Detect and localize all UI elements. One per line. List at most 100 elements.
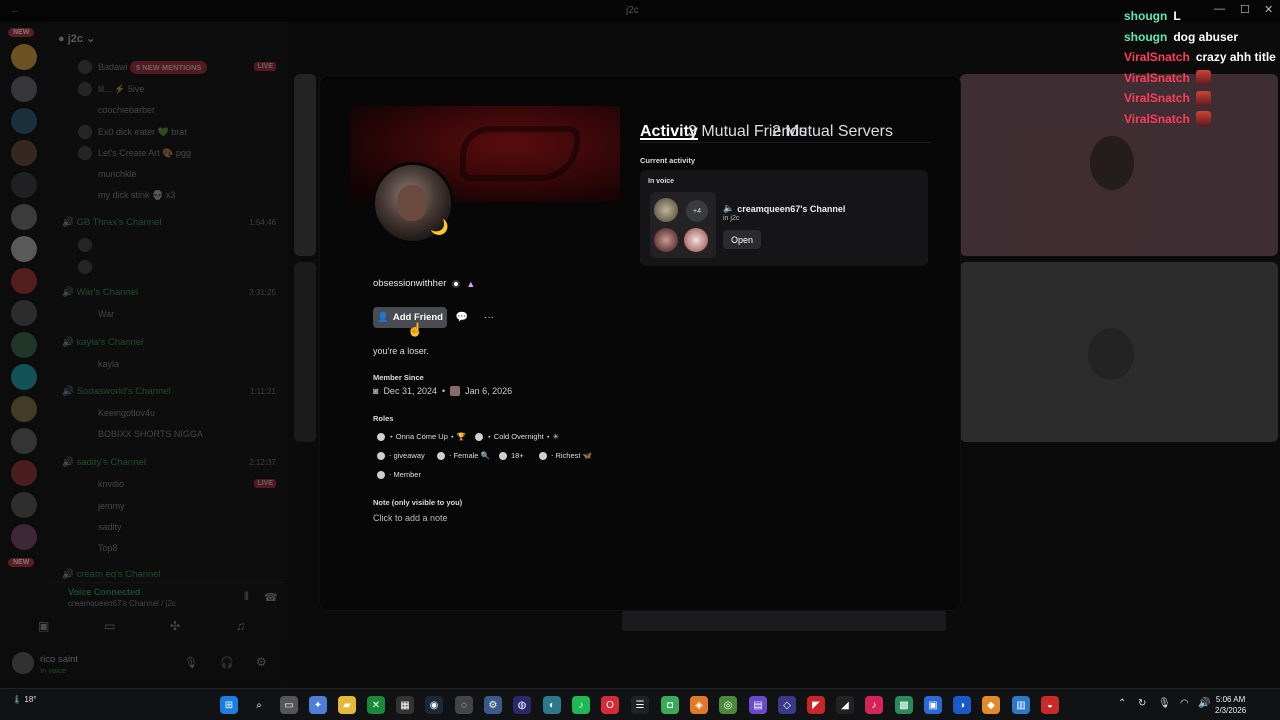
disconnect-icon[interactable]: ☎ <box>264 591 278 604</box>
voice-channel[interactable]: 🔊 GB Thrax's Channel <box>62 217 162 228</box>
tiktok-icon[interactable]: ♪ <box>865 696 883 714</box>
app-icon[interactable]: ◒ <box>1041 696 1059 714</box>
role-chip[interactable]: ⋅ giveaway <box>377 451 425 460</box>
gear-icon[interactable]: ⚙ <box>256 655 267 669</box>
server-icon[interactable] <box>11 172 37 198</box>
back-arrow-icon[interactable]: ← <box>10 4 21 16</box>
server-name[interactable]: ● j2c ⌄ <box>58 32 95 45</box>
video-tile[interactable] <box>960 262 1278 442</box>
screen-share-icon[interactable]: ▭ <box>104 619 115 633</box>
app-icon[interactable]: ◍ <box>513 696 531 714</box>
list-item[interactable]: Let's Create Art 🎨 pgg <box>98 148 191 159</box>
activities-icon[interactable]: ✣ <box>170 619 180 633</box>
role-chip[interactable]: ⋆ Onna Come Up ⋆ 🏆 <box>377 432 466 441</box>
app-icon[interactable]: ▤ <box>749 696 767 714</box>
server-icon[interactable] <box>11 76 37 102</box>
app-icon[interactable]: ◆ <box>982 696 1000 714</box>
list-item[interactable]: BOBIXX SHORTS NIGGA <box>98 429 203 439</box>
server-icon[interactable] <box>11 204 37 230</box>
app-icon[interactable]: ▩ <box>895 696 913 714</box>
server-icon[interactable] <box>11 428 37 454</box>
list-item[interactable]: sadity <box>98 522 122 532</box>
voice-channel[interactable]: 🔊 War's Channel <box>62 287 138 298</box>
list-item[interactable]: knvdio <box>98 479 124 489</box>
list-item[interactable]: Keeingotlov4u <box>98 408 155 418</box>
xbox-icon[interactable]: ✕ <box>367 696 385 714</box>
video-tile[interactable] <box>294 74 316 256</box>
chrome-icon[interactable]: ◎ <box>719 696 737 714</box>
file-explorer-icon[interactable]: ▰ <box>338 696 356 714</box>
list-item[interactable]: Badawi <box>98 62 128 72</box>
app-icon[interactable]: ◈ <box>690 696 708 714</box>
app-icon[interactable]: ▣ <box>924 696 942 714</box>
open-button[interactable]: Open <box>723 230 761 249</box>
app-icon[interactable]: ☰ <box>631 696 649 714</box>
start-icon[interactable]: ⊞ <box>220 696 238 714</box>
voice-channel[interactable]: 🔊 Sodasworld's Channel <box>62 386 171 397</box>
app-icon[interactable]: ◇ <box>778 696 796 714</box>
list-item[interactable]: my dick stink 💀 x3 <box>98 190 175 201</box>
copilot-icon[interactable]: ✦ <box>309 696 327 714</box>
list-item[interactable]: Top8 <box>98 543 118 553</box>
list-item[interactable]: coochiebarber <box>98 105 155 115</box>
server-icon[interactable] <box>11 524 37 550</box>
mic-icon[interactable]: 🎙 <box>184 656 198 669</box>
task-view-icon[interactable]: ▭ <box>280 696 298 714</box>
list-item[interactable]: munchkle <box>98 169 137 179</box>
more-options-button[interactable]: ··· <box>478 307 500 328</box>
role-chip[interactable]: ⋆ Cold Overnight ⋆ ✳ <box>475 432 559 441</box>
voice-channel[interactable]: 🔊 kayla's Channel <box>62 337 143 348</box>
weather-widget[interactable]: 🌡 18° <box>12 695 37 704</box>
server-icon[interactable] <box>11 460 37 486</box>
note-input[interactable]: Click to add a note <box>373 513 448 523</box>
server-icon[interactable] <box>11 396 37 422</box>
chevron-up-icon[interactable]: ⌃ <box>1118 698 1126 709</box>
mentions-pill[interactable]: 5 NEW MENTIONS <box>130 61 208 74</box>
video-off-icon[interactable]: ▣ <box>38 619 49 633</box>
spotify-icon[interactable]: ♪ <box>572 696 590 714</box>
list-item[interactable]: jemmy <box>98 501 125 511</box>
video-tile[interactable] <box>294 262 316 442</box>
capcut-icon[interactable]: ◢ <box>836 696 854 714</box>
settings-icon[interactable]: ⚙ <box>484 696 502 714</box>
steam-icon[interactable]: ◉ <box>425 696 443 714</box>
mic-icon[interactable]: 🎙 <box>1158 698 1171 709</box>
search-icon[interactable]: ⌕ <box>250 696 268 714</box>
voice-detail[interactable]: creamqueen67's Channel / j2c <box>68 599 176 608</box>
server-icon[interactable] <box>11 268 37 294</box>
list-item[interactable]: lil... ⚡ 5ive <box>98 84 144 95</box>
server-icon[interactable] <box>11 300 37 326</box>
message-button[interactable]: 💬 <box>451 307 473 328</box>
opera-icon[interactable]: O <box>601 696 619 714</box>
server-icon[interactable] <box>11 44 37 70</box>
app-tray-icon[interactable]: ↻ <box>1138 698 1146 709</box>
server-icon[interactable] <box>11 236 37 262</box>
voice-channel[interactable]: 🔊 cream eq's Channel <box>62 569 161 580</box>
server-icon[interactable] <box>11 140 37 166</box>
server-icon[interactable] <box>11 332 37 358</box>
clock[interactable]: 5:06 AM 2/3/2026 <box>1215 694 1246 716</box>
role-chip[interactable]: 18+ <box>499 451 524 460</box>
server-icon[interactable] <box>11 492 37 518</box>
signal-icon[interactable]: ⦀ <box>244 591 249 604</box>
app-icon[interactable]: ◘ <box>661 696 679 714</box>
message-input[interactable] <box>622 610 946 631</box>
app-icon[interactable]: ◤ <box>807 696 825 714</box>
role-chip[interactable]: ⋅ Richest 🦋 <box>539 451 592 460</box>
role-chip[interactable]: ⋅ Member <box>377 470 421 479</box>
soundboard-icon[interactable]: ♫ <box>236 619 245 633</box>
app-icon[interactable]: ▦ <box>396 696 414 714</box>
list-item[interactable]: War <box>98 309 114 319</box>
edge-icon[interactable]: ◐ <box>543 696 561 714</box>
list-item[interactable]: kayla <box>98 359 119 369</box>
role-chip[interactable]: ⋅ Female 🔍 <box>437 451 490 460</box>
wifi-icon[interactable]: ◠ <box>1180 698 1189 709</box>
voice-channel[interactable]: 🔊 sadity's Channel <box>62 457 146 468</box>
app-icon[interactable]: ◑ <box>953 696 971 714</box>
avatar[interactable] <box>12 652 34 674</box>
headphones-icon[interactable]: 🎧 <box>220 656 234 669</box>
server-icon[interactable] <box>11 108 37 134</box>
list-item[interactable]: Ex0 dick eater 💚 brat <box>98 127 187 138</box>
tab-mutual-servers[interactable]: 2 Mutual Servers <box>772 123 893 141</box>
app-icon[interactable]: ▥ <box>1012 696 1030 714</box>
